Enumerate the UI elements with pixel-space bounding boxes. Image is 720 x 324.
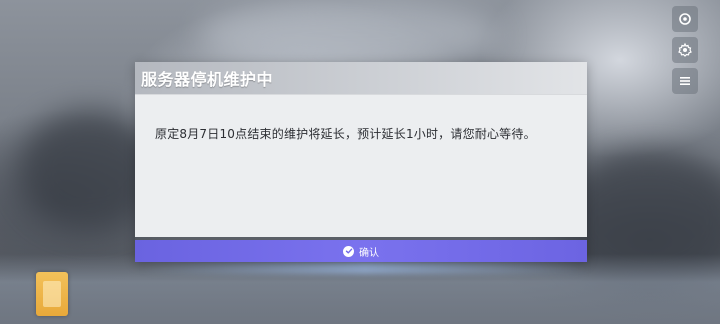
background-glow — [140, 262, 590, 274]
gear-icon[interactable] — [672, 37, 698, 63]
dialog-body: 原定8月7日10点结束的维护将延长，预计延长1小时，请您耐心等待。 — [135, 95, 587, 237]
confirm-label: 确认 — [359, 247, 379, 259]
check-circle-icon — [343, 245, 354, 257]
character-card-art — [43, 281, 61, 307]
character-card-icon[interactable] — [36, 272, 68, 316]
confirm-button[interactable]: 确认 — [135, 240, 587, 262]
side-menu — [672, 6, 698, 94]
background-cloud — [200, 0, 500, 70]
game-background: 服务器停机维护中 原定8月7日10点结束的维护将延长，预计延长1小时，请您耐心等… — [0, 0, 720, 324]
dialog-title: 服务器停机维护中 — [141, 70, 274, 89]
maintenance-dialog: 服务器停机维护中 原定8月7日10点结束的维护将延长，预计延长1小时，请您耐心等… — [135, 62, 587, 262]
dialog-message: 原定8月7日10点结束的维护将延长，预计延长1小时，请您耐心等待。 — [155, 127, 536, 141]
menu-icon[interactable] — [672, 68, 698, 94]
dialog-header: 服务器停机维护中 — [135, 62, 587, 95]
settings-icon[interactable] — [672, 6, 698, 32]
